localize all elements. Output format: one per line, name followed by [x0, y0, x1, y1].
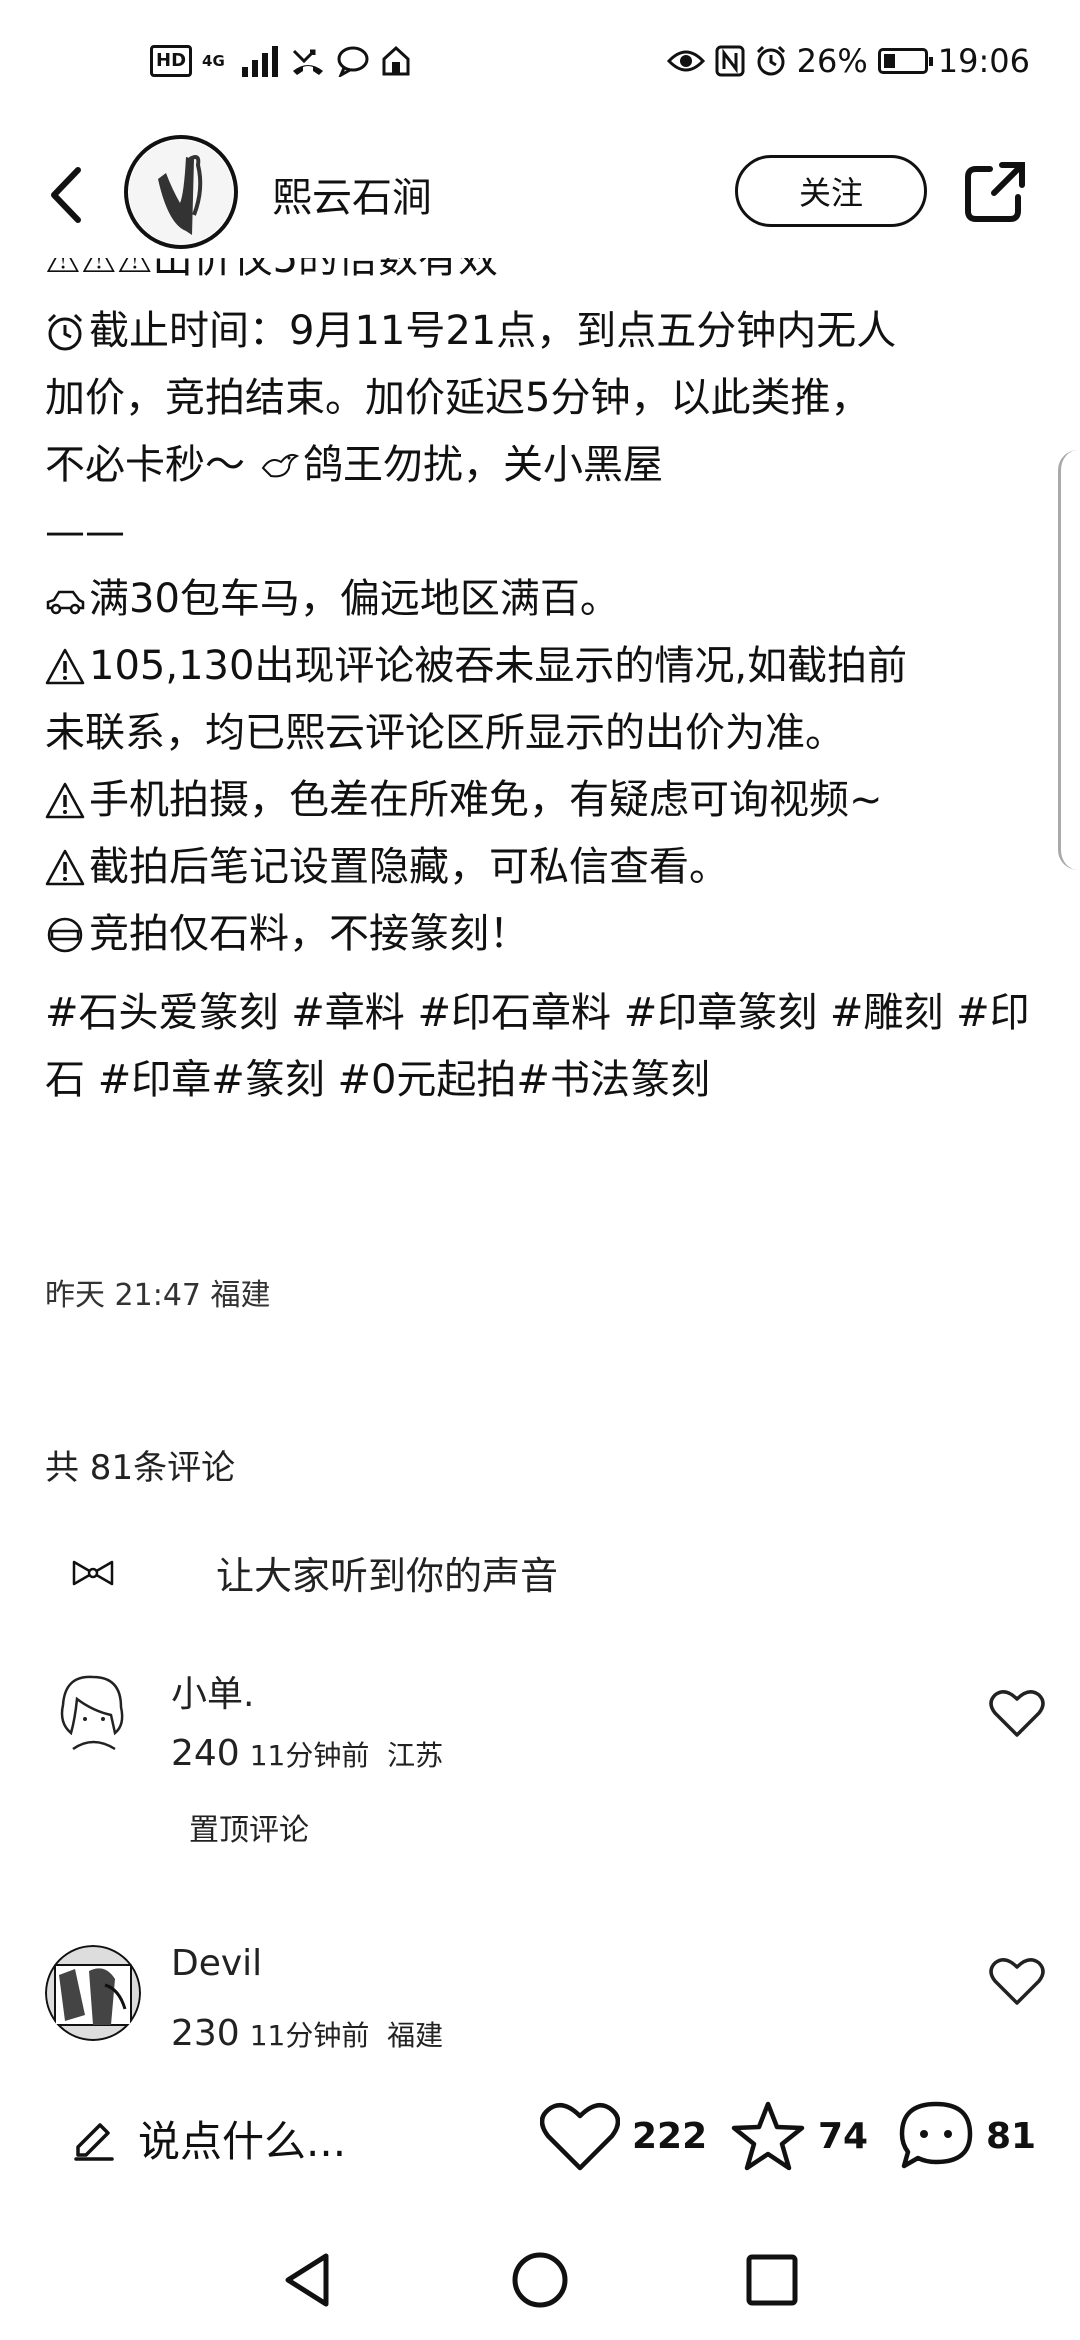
battery-icon	[877, 48, 933, 74]
comment-like-button[interactable]	[989, 1955, 1045, 2007]
notice-line: 105,130出现评论被吞未显示的情况,如截拍前	[45, 633, 1045, 700]
notice-line: 手机拍摄，色差在所难免，有疑虑可询视频~	[45, 767, 1045, 834]
comment-location: 江苏	[387, 1739, 444, 1772]
comment-like-button[interactable]	[989, 1687, 1045, 1739]
warning-icon	[45, 647, 85, 687]
signal-icon	[240, 45, 280, 77]
car-icon	[45, 580, 85, 620]
status-right-icons: 26% 19:06	[666, 42, 1030, 80]
bow-icon	[70, 1558, 116, 1588]
comment-text: 230	[171, 2013, 240, 2054]
hashtag-list[interactable]: #石头爱篆刻 #章料 #印石章料 #印章篆刻 #雕刻 #印石 #印章#篆刻 #0…	[45, 980, 1045, 1114]
notice-line: 竞拍仅石料，不接篆刻！	[45, 901, 1045, 968]
comment-count: 共 81条评论	[45, 1448, 236, 1488]
triangle-back-icon	[285, 2253, 329, 2307]
chevron-left-icon	[51, 167, 81, 223]
nav-back-button[interactable]	[276, 2248, 340, 2312]
comment-total: 81	[986, 2115, 1037, 2157]
favorite-count: 74	[818, 2115, 869, 2157]
commenter-avatar[interactable]	[45, 1665, 141, 1761]
note-body: ⚠⚠⚠出价仅5的倍数有效 截止时间：9月11号21点，到点五分钟内无人 加价，竞…	[45, 258, 1045, 1114]
nav-home-button[interactable]	[508, 2248, 572, 2312]
body-line: 未联系，均已熙云评论区所显示的出价为准。	[45, 710, 845, 756]
comment-location: 福建	[387, 2019, 444, 2052]
commenter-name[interactable]: 小单.	[171, 1665, 254, 1717]
shipping-line: 满30包车马，偏远地区满百。	[45, 566, 1045, 633]
like-count: 222	[632, 2115, 708, 2157]
note-header: 熙云石涧 关注	[0, 135, 1080, 255]
system-nav-bar	[0, 2220, 1080, 2340]
share-button[interactable]	[962, 159, 1028, 225]
network-badge: 4G	[202, 52, 225, 70]
nfc-icon	[715, 45, 745, 77]
follow-button[interactable]: 关注	[735, 155, 927, 227]
share-icon	[965, 162, 1025, 222]
status-left-icons: HD 4G	[150, 45, 412, 77]
pencil-icon	[74, 2122, 114, 2161]
author-avatar[interactable]	[124, 135, 238, 249]
eye-comfort-icon	[666, 47, 705, 75]
message-icon	[336, 45, 370, 77]
comment-prompt[interactable]: 让大家听到你的声音	[70, 1545, 558, 1600]
comment-item: 小单. 240 11分钟前 江苏 置顶评论	[45, 1665, 1045, 1865]
star-icon	[731, 2101, 805, 2171]
comment-meta: 240 11分钟前 江苏	[171, 1733, 443, 1774]
back-button[interactable]	[40, 160, 100, 230]
comment-meta: 230 11分钟前 福建	[171, 2013, 443, 2054]
edge-handle	[1058, 450, 1080, 870]
like-button[interactable]: 222	[540, 2100, 707, 2172]
comment-prompt-text: 让大家听到你的声音	[216, 1554, 559, 1598]
body-line: 不必卡秒～ 鸽王勿扰，关小黑屋	[45, 442, 663, 488]
clock-time: 19:06	[937, 42, 1030, 80]
speech-bubble-icon	[899, 2101, 973, 2169]
commenter-avatar[interactable]	[45, 1945, 141, 2041]
hd-badge: HD	[150, 45, 193, 77]
circle-home-icon	[512, 2252, 568, 2308]
pinned-comment-tag: 置顶评论	[189, 1813, 309, 1848]
comment-time: 11分钟前	[249, 1739, 370, 1772]
comment-text: 240	[171, 1733, 240, 1774]
battery-percent: 26%	[796, 42, 868, 80]
text-divider: ——	[45, 509, 125, 555]
square-recents-icon	[746, 2254, 798, 2306]
no-entry-icon	[45, 915, 85, 955]
nav-recents-button[interactable]	[740, 2248, 804, 2312]
heart-icon	[989, 1958, 1045, 2005]
notice-line: 截拍后笔记设置隐藏，可私信查看。	[45, 834, 1045, 901]
compose-comment-button[interactable]: 说点什么...	[72, 2108, 346, 2169]
dove-icon	[259, 446, 299, 486]
bottom-action-bar: 说点什么... 222 74 81	[0, 2070, 1080, 2200]
author-name[interactable]: 熙云石涧	[272, 165, 432, 223]
missed-call-icon	[290, 45, 326, 77]
deadline-line: 截止时间：9月11号21点，到点五分钟内无人	[45, 298, 1045, 365]
comment-time: 11分钟前	[249, 2019, 370, 2052]
status-bar: HD 4G 26% 19:06	[0, 0, 1080, 135]
app-notification-icon	[380, 45, 412, 77]
warning-icon	[45, 848, 85, 888]
heart-icon	[989, 1690, 1045, 1737]
comment-button[interactable]: 81	[898, 2100, 1036, 2172]
compose-label: 说点什么...	[138, 2117, 347, 2166]
commenter-name[interactable]: Devil	[171, 1945, 262, 1984]
post-time-location: 昨天 21:47 福建	[45, 1278, 271, 1313]
favorite-button[interactable]: 74	[730, 2100, 868, 2172]
heart-icon	[540, 2102, 620, 2171]
cut-off-line: ⚠⚠⚠出价仅5的倍数有效	[45, 258, 499, 282]
alarm-clock-icon	[45, 312, 85, 352]
body-line: 加价，竞拍结束。加价延迟5分钟，以此类推，	[45, 375, 871, 421]
warning-icon	[45, 781, 85, 821]
comment-item: Devil 230 11分钟前 福建	[45, 1945, 1045, 2055]
alarm-icon	[755, 45, 787, 77]
